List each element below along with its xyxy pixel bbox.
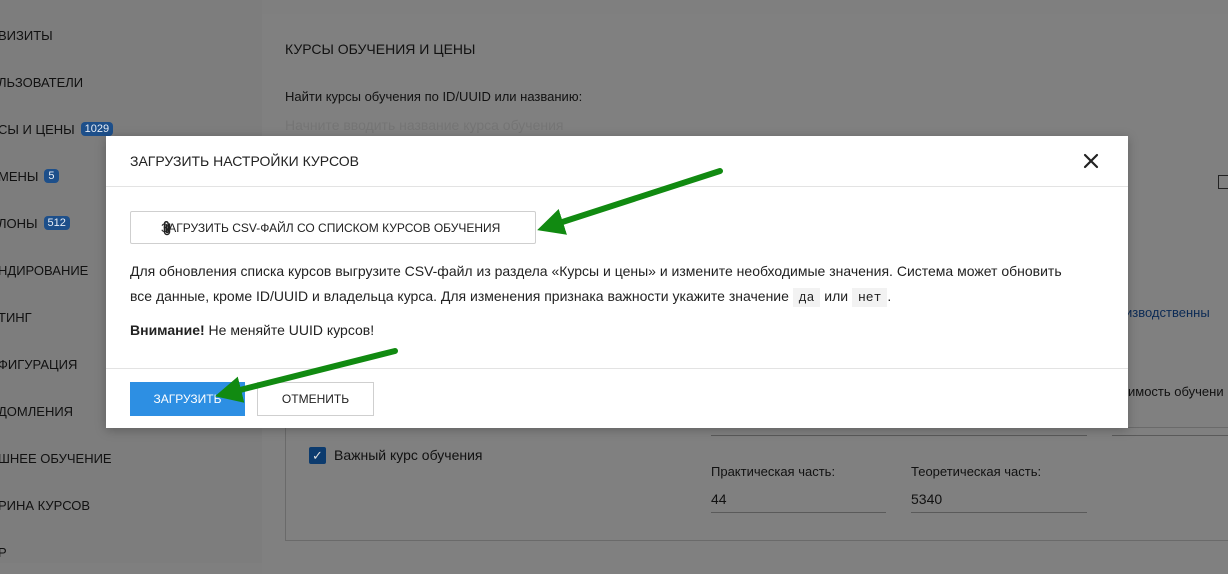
sidebar-item-courses[interactable]: СЫ И ЦЕНЫ 1029 xyxy=(0,119,114,139)
modal-footer: ЗАГРУЗИТЬ ОТМЕНИТЬ xyxy=(106,368,1128,429)
sidebar-item[interactable]: НДИРОВАНИЕ xyxy=(0,260,88,280)
search-label: Найти курсы обучения по ID/UUID или назв… xyxy=(285,89,583,104)
course-search-input[interactable] xyxy=(285,117,985,133)
sidebar-item[interactable]: ФИГУРАЦИЯ xyxy=(0,354,77,374)
upload-csv-label: ЗАГРУЗИТЬ CSV-ФАЙЛ СО СПИСКОМ КУРСОВ ОБУ… xyxy=(161,220,501,235)
theory-label: Теоретическая часть: xyxy=(911,464,1042,479)
important-checkbox[interactable]: ✓ xyxy=(309,447,326,464)
code-value-yes: да xyxy=(792,288,821,307)
sidebar-item[interactable]: ТИНГ xyxy=(0,307,32,327)
count-badge: 1029 xyxy=(80,122,114,136)
upload-settings-modal: ЗАГРУЗИТЬ НАСТРОЙКИ КУРСОВ ЗАГРУЗИТЬ CSV… xyxy=(106,136,1128,428)
upload-csv-button[interactable]: ЗАГРУЗИТЬ CSV-ФАЙЛ СО СПИСКОМ КУРСОВ ОБУ… xyxy=(130,211,536,244)
count-badge: 512 xyxy=(43,216,70,230)
important-label: Важный курс обучения xyxy=(334,447,483,463)
submit-upload-button[interactable]: ЗАГРУЗИТЬ xyxy=(130,382,245,416)
check-icon: ✓ xyxy=(312,447,323,463)
sidebar-item[interactable]: РИНА КУРСОВ xyxy=(0,495,90,515)
modal-description: Для обновления списка курсов выгрузите C… xyxy=(130,263,1062,307)
close-icon xyxy=(1083,153,1099,169)
theory-input[interactable]: 5340 xyxy=(911,486,1087,513)
course-card xyxy=(285,427,1228,541)
sidebar-item[interactable]: ВИЗИТЫ xyxy=(0,25,53,45)
count-badge: 5 xyxy=(44,169,59,183)
practical-label: Практическая часть: xyxy=(711,464,836,479)
modal-header: ЗАГРУЗИТЬ НАСТРОЙКИ КУРСОВ xyxy=(106,136,1128,187)
sidebar-item[interactable]: МЕНЫ 5 xyxy=(0,166,59,186)
sidebar-item[interactable]: ЛЬЗОВАТЕЛИ xyxy=(0,72,83,92)
sidebar-item[interactable]: ШНЕЕ ОБУЧЕНИЕ xyxy=(0,448,112,468)
close-button[interactable] xyxy=(1080,150,1102,172)
cancel-button[interactable]: ОТМЕНИТЬ xyxy=(257,382,374,416)
warning-text: Внимание! Не меняйте UUID курсов! xyxy=(130,322,375,338)
practical-input[interactable]: 44 xyxy=(711,486,886,513)
page-title: КУРСЫ ОБУЧЕНИЯ И ЦЕНЫ xyxy=(285,41,476,57)
checkbox[interactable] xyxy=(1218,175,1228,189)
sidebar-item[interactable]: ДОМЛЕНИЯ xyxy=(0,401,73,421)
link-partial[interactable]: изводственны xyxy=(1125,305,1210,320)
field-label-partial: имость обучени xyxy=(1128,384,1224,399)
paperclip-icon xyxy=(163,220,171,236)
sidebar-item[interactable]: Р xyxy=(0,542,7,562)
sidebar-item[interactable]: ЛОНЫ 512 xyxy=(0,213,70,233)
code-value-no: нет xyxy=(852,288,888,307)
modal-title: ЗАГРУЗИТЬ НАСТРОЙКИ КУРСОВ xyxy=(130,153,359,169)
